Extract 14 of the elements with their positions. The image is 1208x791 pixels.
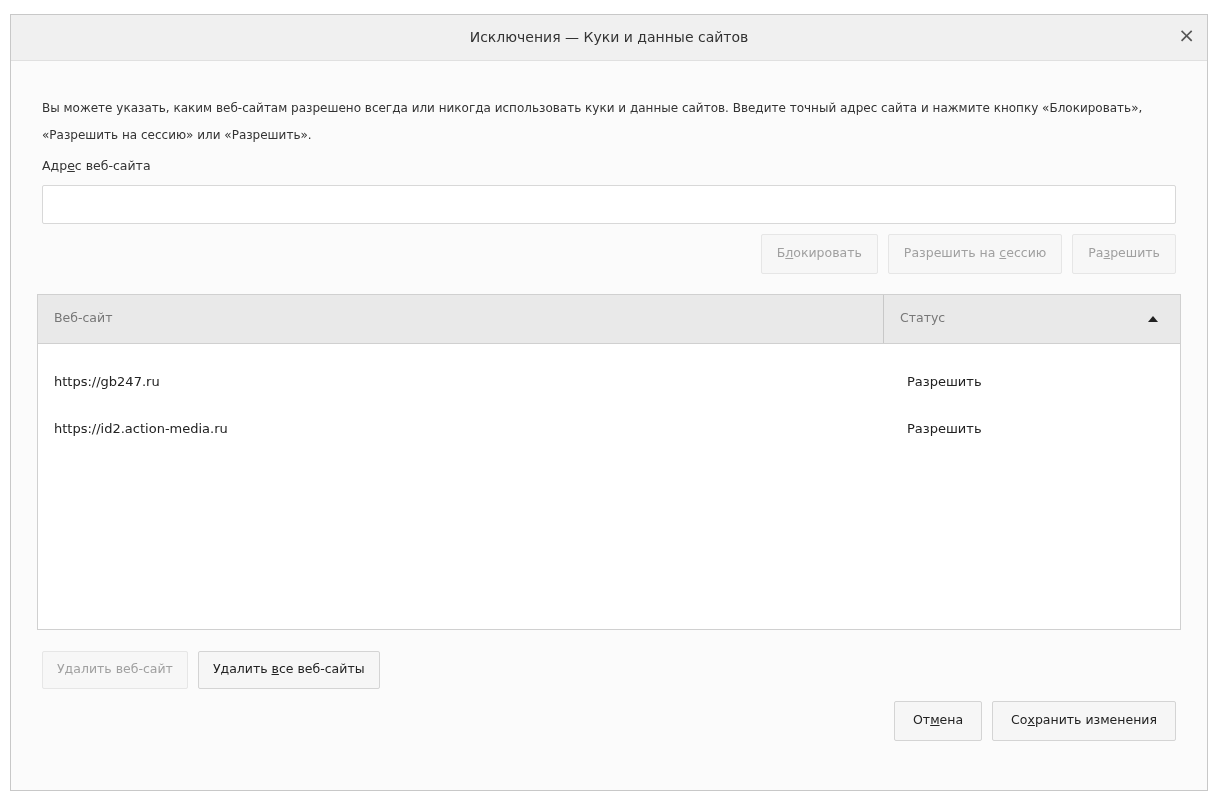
remove-button[interactable]: Удалить все веб-сайты — [197, 650, 380, 689]
column-header[interactable]: Веб-сайт — [38, 294, 884, 343]
status-cell-text: Разрешить — [906, 419, 982, 438]
cancel-button[interactable]: Отмена — [894, 700, 983, 741]
field-label: Адрес веб-сайта — [42, 157, 151, 175]
site-cell-text: https://gb247.ru — [53, 372, 161, 391]
description-text: Вы можете указать, каким веб-сайтам разрешено всегда или никогда использовать куки и данные сайтов. Введите точный адрес сайта и нажмите кнопку «Блокировать», «Разрешить на сессию» или «Разрешить». — [42, 100, 1144, 144]
save-button[interactable]: Сохранить изменения — [992, 700, 1176, 741]
status-cell-text: Разрешить — [906, 372, 982, 391]
close-button[interactable]: × — [1174, 25, 1199, 45]
window-title: Исключения — Куки и данные сайтов — [469, 28, 749, 47]
site-cell-text: https://id2.action-media.ru — [53, 419, 229, 438]
address-field[interactable] — [42, 184, 1176, 224]
column-header[interactable]: Статус — [884, 294, 1180, 343]
